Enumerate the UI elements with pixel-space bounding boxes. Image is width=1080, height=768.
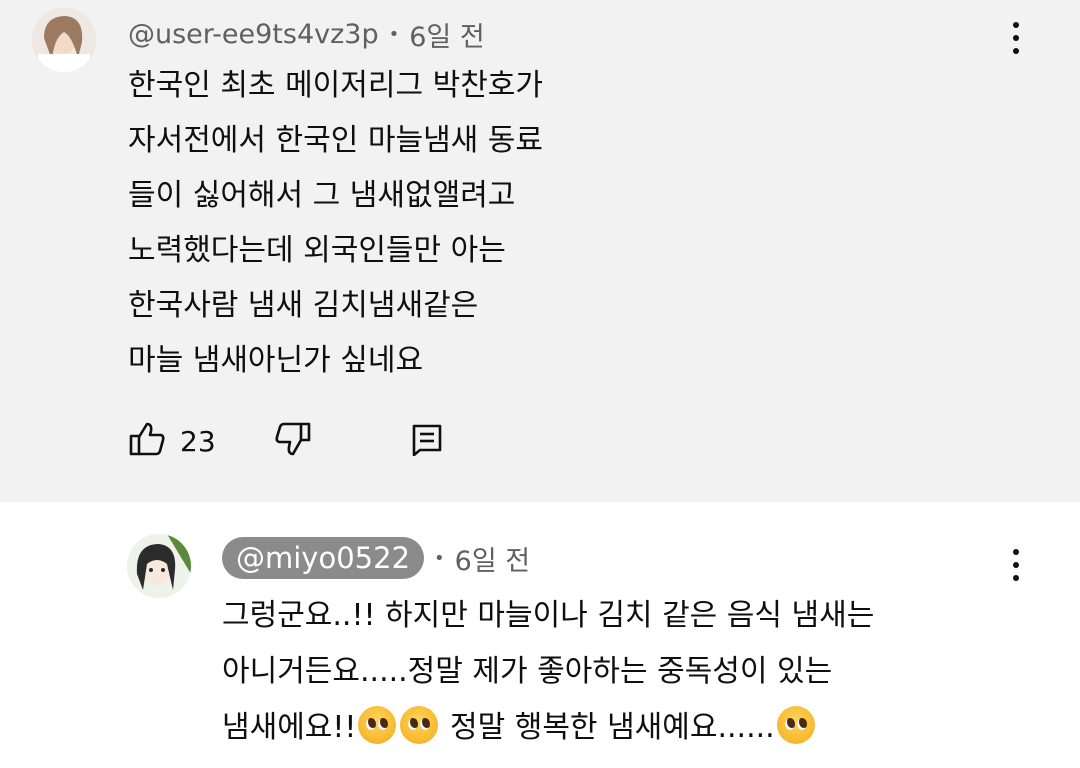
comment-line: 노력했다는데 외국인들만 아는: [128, 233, 506, 268]
separator-dot: •: [388, 23, 400, 45]
comment-line: 한국사람 냄새 김치냄새같은: [128, 288, 479, 323]
pleading-face-emoji: [358, 706, 397, 744]
comment-highlighted: @user-ee9ts4vz3p • 6일 전 한국인 최초 메이저리그 박찬호…: [0, 0, 1080, 502]
reply-button[interactable]: [412, 424, 442, 460]
thumbs-up-icon: [128, 420, 166, 462]
more-vertical-icon[interactable]: [1004, 22, 1028, 54]
author-handle[interactable]: @user-ee9ts4vz3p: [128, 19, 379, 50]
pleading-face-emoji: [776, 706, 815, 744]
comment-line: 그렁군요..!! 하지만 마늘이나 김치 같은 음식 냄새는: [222, 598, 875, 633]
comment-line-part: 정말 행복한 냄새예요......: [450, 710, 775, 745]
comment-meta: @user-ee9ts4vz3p • 6일 전: [128, 12, 485, 56]
comment-line: 아니거든요.....정말 제가 좋아하는 중독성이 있는: [222, 654, 833, 689]
thumbs-down-icon: [274, 420, 312, 462]
comment-line: 자서전에서 한국인 마늘냄새 동료: [128, 123, 544, 158]
pleading-face-emoji: [400, 706, 439, 744]
like-count: 23: [180, 424, 216, 458]
comment-line: 냄새에요!! 정말 행복한 냄새예요......: [222, 700, 874, 756]
avatar[interactable]: [32, 8, 96, 72]
dislike-button[interactable]: [274, 420, 312, 462]
avatar[interactable]: [127, 534, 191, 598]
separator-dot: •: [434, 547, 445, 569]
comment-meta: @miyo0522 • 6일 전: [222, 534, 530, 582]
comment-line: 마늘 냄새아닌가 싶네요: [128, 343, 424, 378]
like-button[interactable]: 23: [128, 420, 216, 462]
reply-icon: [412, 424, 442, 460]
comment-line: 들이 싫어해서 그 냄새없앨려고: [128, 178, 516, 213]
timestamp[interactable]: 6일 전: [455, 539, 530, 578]
comment-text: 한국인 최초 메이저리그 박찬호가 자서전에서 한국인 마늘냄새 동료 들이 싫…: [128, 58, 543, 388]
comment-text: 그렁군요..!! 하지만 마늘이나 김치 같은 음식 냄새는 아니거든요....…: [222, 588, 874, 756]
more-vertical-icon[interactable]: [1004, 549, 1028, 581]
comment-reply: @miyo0522 • 6일 전 그렁군요..!! 하지만 마늘이나 김치 같은…: [0, 502, 1080, 768]
comment-line: 한국인 최초 메이저리그 박찬호가: [128, 68, 544, 103]
timestamp[interactable]: 6일 전: [409, 15, 484, 54]
comment-line-part: 냄새에요!!: [222, 710, 357, 745]
author-handle[interactable]: @miyo0522: [222, 537, 425, 579]
